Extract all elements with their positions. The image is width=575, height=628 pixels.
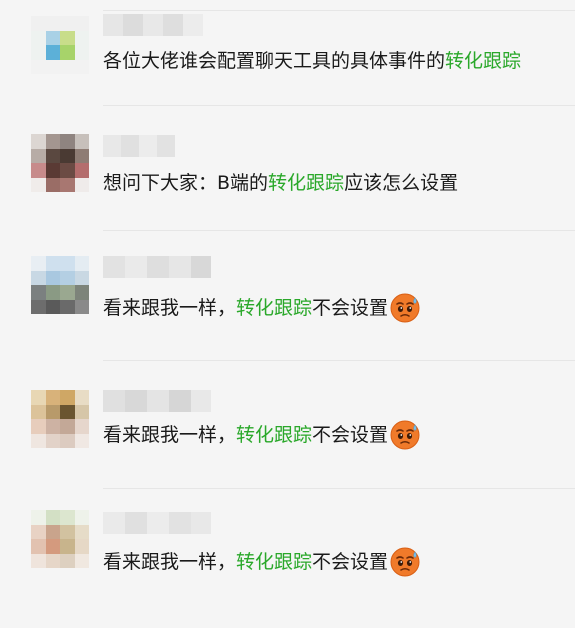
keyword-link[interactable]: 转化跟踪 bbox=[268, 169, 344, 197]
keyword-link[interactable]: 转化跟踪 bbox=[236, 548, 312, 576]
avatar[interactable] bbox=[31, 256, 89, 314]
comment-text: 看来跟我一样， 转化跟踪 不会设置 bbox=[103, 293, 420, 323]
username-blurred[interactable] bbox=[103, 135, 175, 157]
keyword-link[interactable]: 转化跟踪 bbox=[445, 47, 521, 75]
comment-text: 看来跟我一样， 转化跟踪 不会设置 bbox=[103, 547, 420, 577]
avatar[interactable] bbox=[31, 134, 89, 192]
comment-text-before: 各位大佬谁会配置聊天工具的具体事件的 bbox=[103, 50, 446, 72]
avatar[interactable] bbox=[31, 390, 89, 448]
comment-text-before: 看来跟我一样， bbox=[103, 297, 237, 319]
comment-item: 看来跟我一样， 转化跟踪 不会设置 bbox=[0, 242, 575, 360]
comment-text-before: 想问下大家：B端的 bbox=[103, 172, 269, 194]
comment-item: 想问下大家：B端的 转化跟踪 应该怎么设置 bbox=[0, 118, 575, 236]
comment-text-after: 不会设置 bbox=[312, 551, 389, 573]
divider bbox=[103, 230, 575, 231]
avatar[interactable] bbox=[31, 510, 89, 568]
username-blurred[interactable] bbox=[103, 256, 211, 278]
comment-text: 各位大佬谁会配置聊天工具的具体事件的 转化跟踪 bbox=[103, 47, 521, 75]
keyword-link[interactable]: 转化跟踪 bbox=[236, 421, 312, 449]
sweat-face-emoji-icon bbox=[390, 293, 420, 323]
comment-text: 看来跟我一样， 转化跟踪 不会设置 bbox=[103, 420, 420, 450]
comment-text-before: 看来跟我一样， bbox=[103, 424, 237, 446]
comment-text-before: 看来跟我一样， bbox=[103, 551, 237, 573]
avatar[interactable] bbox=[31, 16, 89, 74]
comment-item: 看来跟我一样， 转化跟踪 不会设置 bbox=[0, 500, 575, 618]
comment-item: 看来跟我一样， 转化跟踪 不会设置 bbox=[0, 372, 575, 490]
divider bbox=[103, 105, 575, 106]
sweat-face-emoji-icon bbox=[390, 547, 420, 577]
comment-item: 各位大佬谁会配置聊天工具的具体事件的 转化跟踪 bbox=[0, 0, 575, 118]
username-blurred[interactable] bbox=[103, 14, 203, 36]
comment-text-after: 应该怎么设置 bbox=[344, 172, 459, 194]
comment-text: 想问下大家：B端的 转化跟踪 应该怎么设置 bbox=[103, 169, 458, 197]
comment-text-after: 不会设置 bbox=[312, 297, 389, 319]
comment-text-after: 不会设置 bbox=[312, 424, 389, 446]
sweat-face-emoji-icon bbox=[390, 420, 420, 450]
username-blurred[interactable] bbox=[103, 512, 211, 534]
comment-feed: 各位大佬谁会配置聊天工具的具体事件的 转化跟踪 想问下大家：B端的 转化跟踪 应该怎么… bbox=[0, 0, 575, 628]
username-blurred[interactable] bbox=[103, 390, 211, 412]
divider bbox=[103, 360, 575, 361]
keyword-link[interactable]: 转化跟踪 bbox=[236, 294, 312, 322]
divider bbox=[103, 488, 575, 489]
